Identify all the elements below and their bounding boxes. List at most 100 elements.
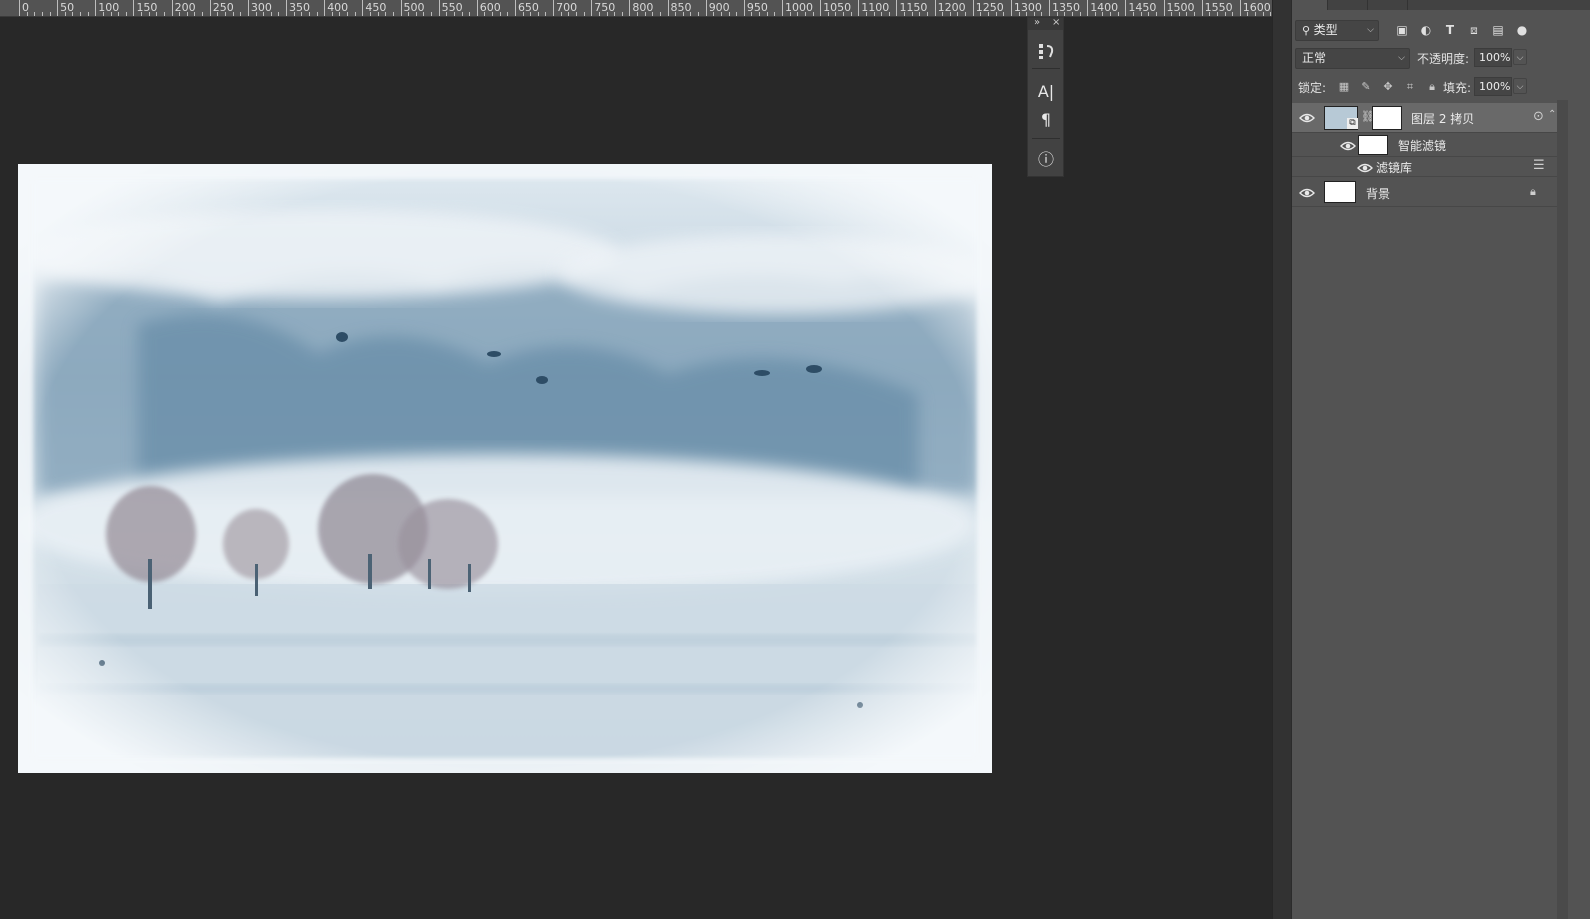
ruler-minor-tick [1117,12,1119,16]
fill-input[interactable]: 100% [1474,77,1512,96]
layer-name[interactable]: 图层 2 拷贝 [1411,110,1474,127]
ruler-label: 350 [289,1,311,14]
filter-row[interactable]: 滤镜库 ☰ [1292,157,1558,177]
shape-filter-icon[interactable]: ⧈ [1466,22,1482,38]
filter-toggle-icon[interactable]: ● [1514,22,1530,38]
lock-artboard-icon[interactable]: ⌗ [1402,79,1418,95]
background-thumbnail[interactable] [1324,181,1356,203]
ruler-minor-tick [446,12,448,16]
chevron-down-icon: ⌵ [1367,25,1374,35]
lock-all-icon[interactable]: 🔒︎ [1424,79,1440,95]
ruler-minor-tick [1071,12,1073,16]
ruler-minor-tick [186,12,188,16]
ruler-minor-tick [675,12,677,16]
ruler-minor-tick [1232,12,1234,16]
ruler-label: 300 [250,1,272,14]
visibility-eye-icon[interactable] [1299,187,1315,199]
ruler-label: 850 [670,1,692,14]
ruler-minor-tick [369,12,371,16]
ruler-minor-tick [1094,12,1096,16]
tab-layers[interactable] [1292,0,1328,10]
ruler-tick [57,0,59,16]
ruler-minor-tick [888,12,890,16]
adjustment-filter-icon[interactable]: ◐ [1418,22,1434,38]
ruler-minor-tick [949,12,951,16]
layer-mask-thumbnail[interactable] [1372,106,1402,130]
chevron-up-icon[interactable]: ⌃ [1548,109,1556,120]
search-icon: ⚲ [1302,24,1314,37]
type-filter-icon[interactable]: T [1442,22,1458,38]
ruler-minor-tick [942,12,944,16]
character-icon[interactable]: A| [1035,81,1057,103]
ruler-minor-tick [583,12,585,16]
canvas-area[interactable] [0,17,1272,919]
ruler-minor-tick [1033,12,1035,16]
ruler-minor-tick [110,12,112,16]
layers-scrollbar[interactable] [1557,100,1568,919]
smart-filter-indicator-icon[interactable]: ⊙ [1533,109,1544,124]
layer-row-selected[interactable]: ⧉ ⛓︎ 图层 2 拷贝 ⊙ ⌃ [1292,103,1558,133]
photoshop-window: 0 50 100 150 200 250 300 350 400 450 500 550 600 650 7… [0,0,1590,919]
lock-image-pixels-icon[interactable]: ✎ [1358,79,1374,95]
opacity-dropdown-button[interactable]: ⌵ [1513,49,1527,65]
ruler-minor-tick [423,12,425,16]
ruler-minor-tick [797,12,799,16]
smart-object-filter-icon[interactable]: ▤ [1490,22,1506,38]
document-image[interactable] [18,164,992,773]
ruler-minor-tick [392,12,394,16]
opacity-input[interactable]: 100% [1474,48,1512,67]
ruler-tick [1010,0,1012,16]
visibility-eye-icon[interactable] [1340,140,1356,152]
ruler-minor-tick [766,12,768,16]
ruler-minor-tick [873,12,875,16]
fill-dropdown-button[interactable]: ⌵ [1513,78,1527,94]
ruler-minor-tick [575,12,577,16]
ruler-minor-tick [469,12,471,16]
ruler-minor-tick [568,12,570,16]
background-layer-row[interactable]: 背景 🔒︎ [1292,178,1558,207]
visibility-eye-icon[interactable] [1357,162,1373,174]
ruler-minor-tick [316,12,318,16]
ruler-minor-tick [194,12,196,16]
ruler-tick [209,0,211,16]
smart-filter-mask-thumbnail[interactable] [1358,135,1388,155]
pixel-filter-icon[interactable]: ▣ [1394,22,1410,38]
ruler-minor-tick [751,12,753,16]
tab-channels[interactable] [1328,0,1368,10]
ruler-tick [476,0,478,16]
filter-name[interactable]: 滤镜库 [1376,159,1412,176]
panel-tabs[interactable] [1292,0,1590,10]
info-icon[interactable]: ⓘ [1035,149,1057,171]
ruler-label: 800 [632,1,654,14]
ruler-tick [1125,0,1127,16]
ruler-minor-tick [621,12,623,16]
panel-gutter[interactable] [1272,0,1291,919]
background-layer-name[interactable]: 背景 [1366,185,1390,202]
ruler-minor-tick [560,12,562,16]
collapse-icon[interactable]: » [1034,17,1040,28]
tab-paths[interactable] [1368,0,1408,10]
horizontal-ruler[interactable]: 0 50 100 150 200 250 300 350 400 450 500 550 600 650 7… [0,0,1272,17]
paragraph-icon[interactable]: ¶ [1035,109,1057,131]
smart-filter-row[interactable]: 智能滤镜 [1292,133,1558,157]
smart-object-badge-icon: ⧉ [1347,118,1358,129]
misty-lake-watercolor-image [18,164,992,773]
smart-filter-label[interactable]: 智能滤镜 [1398,137,1446,154]
layer-filter-select[interactable]: ⚲ 类型 ⌵ [1295,20,1379,41]
ruler-minor-tick [988,12,989,16]
visibility-eye-icon[interactable] [1299,112,1315,124]
lock-transparent-pixels-icon[interactable]: ▦ [1336,79,1352,95]
ruler-minor-tick [64,12,66,16]
ruler-minor-tick [1102,12,1104,16]
ruler-minor-tick [965,12,967,16]
filter-blending-options-icon[interactable]: ☰ [1533,158,1545,173]
lock-position-icon[interactable]: ✥ [1380,79,1396,95]
blend-mode-select[interactable]: 正常 ⌵ [1295,48,1410,69]
ruler-tick [705,0,707,16]
ruler-label: 400 [327,1,349,14]
ruler-minor-tick [1262,12,1264,16]
history-brush-icon[interactable] [1035,40,1057,62]
ruler-minor-tick [545,12,547,16]
ruler-minor-tick [80,12,82,16]
close-icon[interactable]: × [1052,17,1060,28]
